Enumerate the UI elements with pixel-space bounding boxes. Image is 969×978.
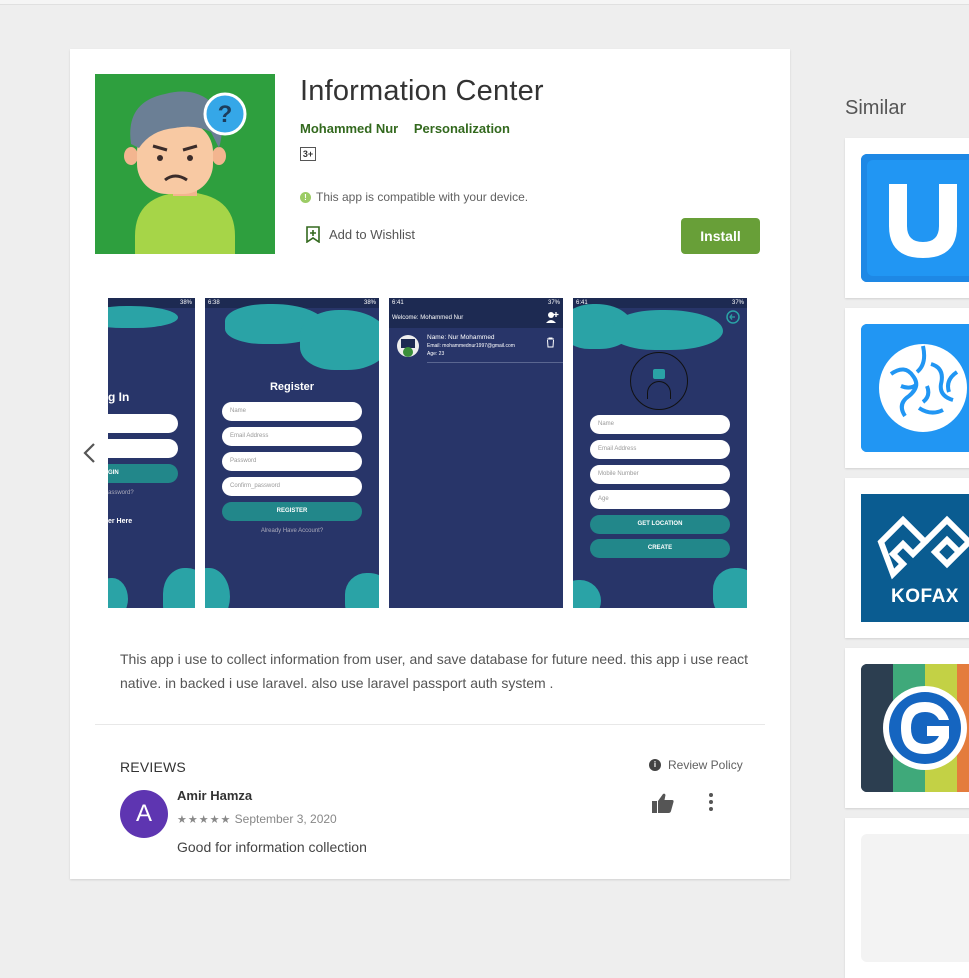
section-divider — [95, 724, 765, 725]
register-link: er Here — [108, 518, 133, 525]
confused-person-icon: ? — [95, 74, 275, 254]
similar-heading: Similar — [845, 97, 907, 119]
app-title: Information Center — [300, 75, 544, 107]
review-policy-link[interactable]: i Review Policy — [649, 758, 743, 772]
have-account-link: Already Have Account? — [260, 528, 324, 534]
app-icon-placeholder — [861, 834, 969, 962]
trash-icon — [547, 337, 554, 348]
category-link[interactable]: Personalization — [414, 121, 510, 136]
user-avatar — [397, 335, 419, 357]
review-text: Good for information collection — [177, 839, 367, 855]
reviews-heading: REVIEWS — [120, 759, 186, 775]
svg-text:?: ? — [218, 101, 233, 128]
kofax-logo-icon: KOFAX — [861, 494, 969, 622]
wishlist-label: Add to Wishlist — [329, 227, 415, 242]
create-email-field: Email Address — [590, 440, 730, 459]
user-details: Name: Nur Mohammed Email: mohammednur199… — [427, 334, 515, 358]
login-heading: g In — [108, 390, 130, 404]
add-user-icon — [546, 312, 559, 323]
browser-top-edge — [0, 0, 969, 5]
u-letter-icon — [861, 154, 969, 282]
similar-app-card[interactable]: KOFAX — [845, 478, 969, 638]
welcome-text: Welcome: Mohammed Nur — [392, 315, 464, 321]
helpful-button[interactable] — [651, 792, 675, 819]
thumbs-up-icon — [652, 793, 674, 813]
list-divider — [427, 362, 563, 363]
status-bar: 6:41 37% — [389, 298, 563, 308]
reviewer-name: Amir Hamza — [177, 788, 253, 803]
review-policy-label: Review Policy — [668, 758, 743, 772]
get-location-button: GET LOCATION — [590, 515, 730, 534]
profile-photo-placeholder — [630, 352, 688, 410]
login-field — [108, 414, 178, 433]
user-age: Age: 23 — [427, 351, 445, 357]
brain-icon — [861, 324, 969, 452]
review-date: September 3, 2020 — [234, 812, 337, 826]
camera-icon — [653, 369, 665, 379]
create-button: CREATE — [590, 539, 730, 558]
info-icon: i — [649, 759, 661, 771]
reviewer-avatar: A — [120, 790, 168, 838]
user-email: Email: mohammednur1997@gmail.com — [427, 343, 515, 349]
screenshots-prev-button[interactable] — [80, 441, 100, 465]
similar-app-card[interactable] — [845, 648, 969, 808]
install-button[interactable]: Install — [681, 218, 760, 254]
list-header: Welcome: Mohammed Nur — [389, 308, 563, 328]
more-vert-icon — [709, 793, 713, 811]
register-confirm-field: Confirm_password — [222, 477, 362, 496]
content-rating-badge: 3+ — [300, 147, 316, 161]
star-rating-icon: ★★★★★ — [177, 814, 232, 826]
screenshot-login[interactable]: 38% g In GIN assword? er Here — [108, 298, 195, 608]
info-icon: ! — [300, 191, 311, 203]
app-description: This app i use to collect information fr… — [120, 651, 749, 691]
register-email-field: Email Address — [222, 427, 362, 446]
app-details-card: ? Information Center Mohammed Nur Person… — [70, 49, 790, 879]
developer-link[interactable]: Mohammed Nur — [300, 121, 398, 136]
create-age-field: Age — [590, 490, 730, 509]
screenshot-list[interactable]: 6:41 37% Welcome: Mohammed Nur Name: Nur … — [389, 298, 563, 608]
chevron-left-icon — [83, 443, 95, 463]
compatibility-notice: ! This app is compatible with your devic… — [300, 190, 528, 204]
screenshot-create[interactable]: 6:41 37% Name Email Address Mobile Number… — [573, 298, 747, 608]
create-name-field: Name — [590, 415, 730, 434]
app-meta: Mohammed Nur Personalization — [300, 121, 522, 136]
similar-app-card[interactable] — [845, 818, 969, 978]
create-mobile-field: Mobile Number — [590, 465, 730, 484]
app-icon: ? — [95, 74, 275, 254]
add-to-wishlist-button[interactable]: Add to Wishlist — [306, 226, 415, 243]
bookmark-add-icon — [306, 226, 320, 243]
register-button: REGISTER — [222, 502, 362, 521]
register-password-field: Password — [222, 452, 362, 471]
register-heading: Register — [269, 381, 315, 393]
g-stripes-icon — [861, 664, 969, 792]
register-name-field: Name — [222, 402, 362, 421]
back-arrow-icon — [726, 310, 740, 324]
more-options-button[interactable] — [705, 792, 717, 817]
review-rating: ★★★★★ September 3, 2020 — [177, 812, 337, 826]
login-button: GIN — [108, 464, 178, 483]
kofax-label: KOFAX — [891, 586, 959, 607]
compatibility-text: This app is compatible with your device. — [316, 190, 529, 204]
forgot-link: assword? — [108, 490, 134, 496]
similar-app-card[interactable] — [845, 308, 969, 468]
login-field — [108, 439, 178, 458]
user-name: Name: Nur Mohammed — [427, 334, 495, 341]
screenshot-register[interactable]: 6:38 38% Register Name Email Address Pass… — [205, 298, 379, 608]
similar-app-card[interactable] — [845, 138, 969, 298]
